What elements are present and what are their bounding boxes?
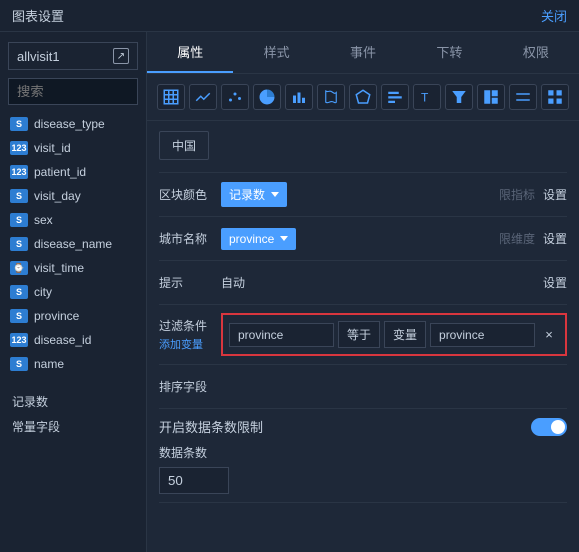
chart-type-grid-icon[interactable] — [541, 84, 569, 110]
field-visit_day[interactable]: Svisit_day — [8, 185, 138, 207]
field-type-icon: S — [10, 309, 28, 323]
field-type-icon: S — [10, 213, 28, 227]
sort-label: 排序字段 — [159, 378, 221, 395]
chart-type-map-icon[interactable] — [317, 84, 345, 110]
dialog-title: 图表设置 — [12, 6, 64, 25]
field-disease_name[interactable]: Sdisease_name — [8, 233, 138, 255]
tab-2[interactable]: 事件 — [320, 32, 406, 73]
chevron-down-icon — [280, 236, 288, 241]
chart-type-range-icon[interactable] — [509, 84, 537, 110]
chart-type-table-icon[interactable] — [157, 84, 185, 110]
search-input[interactable] — [8, 78, 138, 105]
extra-item[interactable]: 常量字段 — [12, 414, 138, 439]
field-type-icon: S — [10, 357, 28, 371]
field-label: name — [34, 357, 64, 371]
block-color-label: 区块颜色 — [159, 186, 221, 203]
field-type-icon: S — [10, 237, 28, 251]
field-type-icon: 123 — [10, 141, 28, 155]
field-label: visit_time — [34, 261, 84, 275]
tooltip-settings[interactable]: 设置 — [543, 274, 567, 291]
field-label: disease_id — [34, 333, 91, 347]
filter-type[interactable]: 变量 — [384, 321, 426, 348]
block-color-settings[interactable]: 设置 — [543, 186, 567, 203]
field-type-icon: S — [10, 285, 28, 299]
field-label: disease_name — [34, 237, 112, 251]
limit-toggle-label: 开启数据条数限制 — [159, 417, 263, 436]
field-sex[interactable]: Ssex — [8, 209, 138, 231]
block-color-hint: 限指标 — [499, 186, 535, 203]
tooltip-input[interactable] — [221, 272, 543, 294]
field-label: visit_day — [34, 189, 81, 203]
field-type-icon: 123 — [10, 333, 28, 347]
tooltip-label: 提示 — [159, 274, 221, 291]
field-patient_id[interactable]: 123 patient_id — [8, 161, 138, 183]
field-label: sex — [34, 213, 53, 227]
limit-toggle[interactable] — [531, 418, 567, 436]
field-city[interactable]: Scity — [8, 281, 138, 303]
chart-type-polygon-icon[interactable] — [349, 84, 377, 110]
dataset-name: allvisit1 — [17, 49, 60, 64]
chart-type-text-icon[interactable]: T — [413, 84, 441, 110]
chart-type-funnel-icon[interactable] — [445, 84, 473, 110]
field-visit_time[interactable]: ⌚ visit_time — [8, 257, 138, 279]
field-type-icon: 123 — [10, 165, 28, 179]
region-chip[interactable]: 中国 — [159, 131, 209, 160]
filter-add-var[interactable]: 添加变量 — [159, 336, 221, 352]
field-label: disease_type — [34, 117, 105, 131]
tab-3[interactable]: 下转 — [406, 32, 492, 73]
filter-field[interactable]: province — [229, 323, 334, 347]
tab-0[interactable]: 属性 — [147, 32, 233, 73]
block-color-dropdown[interactable]: 记录数 — [221, 182, 287, 207]
close-button[interactable]: 关闭 — [541, 6, 567, 25]
expand-icon[interactable]: ↗ — [113, 48, 129, 64]
field-label: city — [34, 285, 52, 299]
chart-type-pie-icon[interactable] — [253, 84, 281, 110]
chart-type-scatter-icon[interactable] — [221, 84, 249, 110]
svg-text:T: T — [421, 91, 429, 105]
field-disease_id[interactable]: 123 disease_id — [8, 329, 138, 351]
limit-count-input[interactable] — [159, 467, 229, 494]
chevron-down-icon — [271, 192, 279, 197]
city-name-hint: 限维度 — [499, 230, 535, 247]
field-type-icon: ⌚ — [10, 261, 28, 275]
field-name[interactable]: Sname — [8, 353, 138, 375]
field-disease_type[interactable]: Sdisease_type — [8, 113, 138, 135]
filter-op[interactable]: 等于 — [338, 321, 380, 348]
field-type-icon: S — [10, 117, 28, 131]
field-label: patient_id — [34, 165, 86, 179]
filter-label: 过滤条件 — [159, 319, 207, 333]
filter-condition: province 等于 变量 province × — [221, 313, 567, 356]
field-visit_id[interactable]: 123 visit_id — [8, 137, 138, 159]
dataset-header[interactable]: allvisit1 ↗ — [8, 42, 138, 70]
city-name-dropdown[interactable]: province — [221, 228, 296, 250]
extra-item[interactable]: 记录数 — [12, 389, 138, 414]
limit-count-label: 数据条数 — [159, 444, 567, 461]
field-label: visit_id — [34, 141, 71, 155]
city-name-settings[interactable]: 设置 — [543, 230, 567, 247]
chart-type-line-icon[interactable] — [189, 84, 217, 110]
tab-4[interactable]: 权限 — [493, 32, 579, 73]
chart-type-split-icon[interactable] — [477, 84, 505, 110]
field-label: province — [34, 309, 79, 323]
filter-remove-icon[interactable]: × — [539, 327, 559, 342]
field-province[interactable]: Sprovince — [8, 305, 138, 327]
tab-1[interactable]: 样式 — [233, 32, 319, 73]
filter-var[interactable]: province — [430, 323, 535, 347]
city-name-label: 城市名称 — [159, 230, 221, 247]
field-type-icon: S — [10, 189, 28, 203]
chart-type-hbar-icon[interactable] — [381, 84, 409, 110]
chart-type-bar-icon[interactable] — [285, 84, 313, 110]
